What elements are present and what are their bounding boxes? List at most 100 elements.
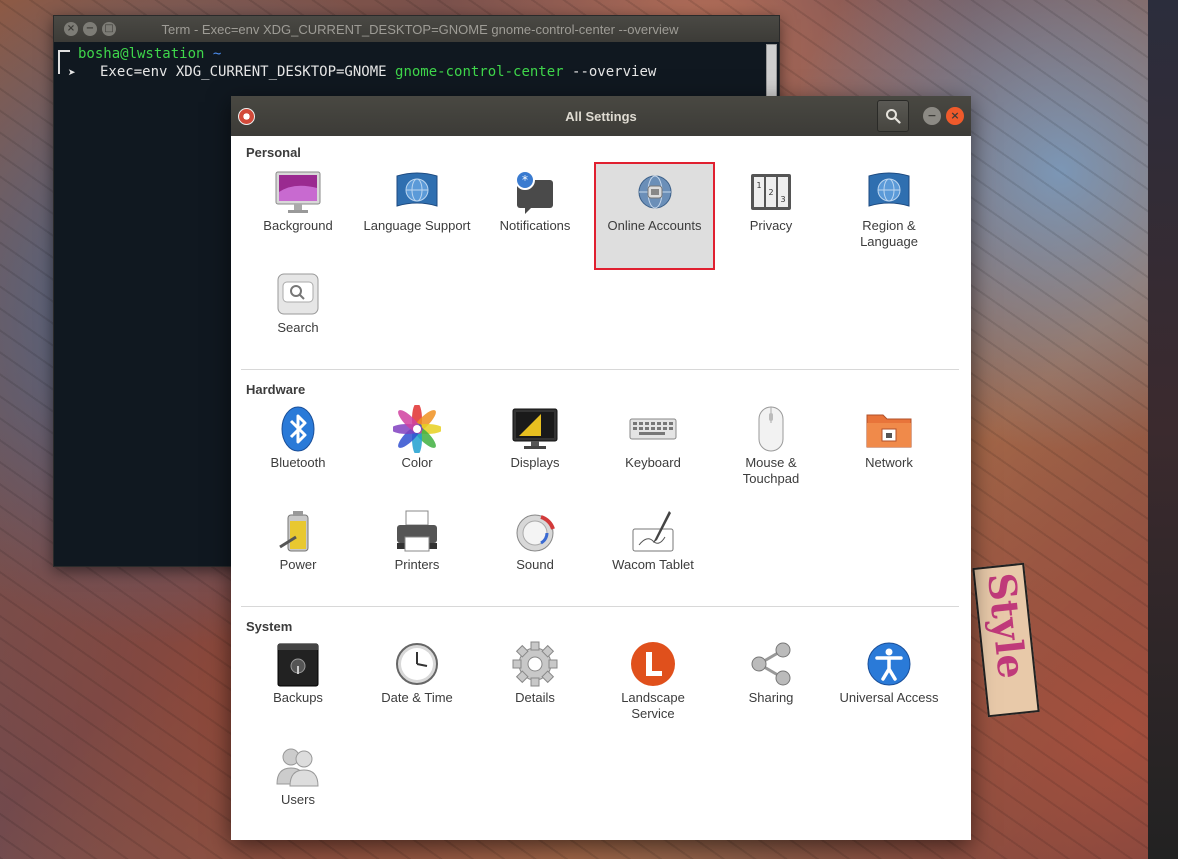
notifications-icon: * xyxy=(511,168,559,216)
settings-item-mouse-touchpad[interactable]: Mouse & Touchpad xyxy=(712,399,830,501)
landscape-service-icon xyxy=(629,640,677,688)
settings-item-online-accounts[interactable]: Online Accounts xyxy=(594,162,715,270)
settings-item-label: Bluetooth xyxy=(270,455,326,470)
backups-icon xyxy=(274,640,322,688)
displays-icon xyxy=(511,405,559,453)
prompt-arrow-icon: ➤ xyxy=(68,66,76,81)
settings-item-label: Date & Time xyxy=(381,690,453,705)
settings-item-label: Region & Language xyxy=(860,218,918,249)
settings-item-keyboard[interactable]: Keyboard xyxy=(594,399,712,501)
date-time-icon xyxy=(393,640,441,688)
settings-headerbar[interactable]: All Settings − × xyxy=(231,96,971,136)
settings-item-details[interactable]: Details xyxy=(476,634,594,736)
search-icon xyxy=(886,109,901,124)
network-icon xyxy=(865,405,913,453)
mouse-icon xyxy=(747,405,795,453)
power-icon xyxy=(274,507,322,555)
universal-access-icon xyxy=(865,640,913,688)
terminal-minimize-button[interactable]: − xyxy=(83,22,97,36)
settings-item-label: Search xyxy=(277,320,319,335)
settings-item-label: Mouse & Touchpad xyxy=(742,455,800,486)
settings-item-label: Color xyxy=(401,455,433,470)
language-support-icon xyxy=(393,168,441,216)
svg-text:*: * xyxy=(522,173,528,187)
privacy-icon: 1 2 3 xyxy=(747,168,795,216)
terminal-scrollbar[interactable] xyxy=(766,44,777,104)
minimize-button[interactable]: − xyxy=(923,107,941,125)
sound-icon xyxy=(511,507,559,555)
settings-item-label: Power xyxy=(279,557,317,572)
settings-item-printers[interactable]: Printers xyxy=(358,501,476,603)
close-button[interactable]: × xyxy=(946,107,964,125)
sharing-icon xyxy=(747,640,795,688)
settings-item-label: Printers xyxy=(394,557,440,572)
svg-text:3: 3 xyxy=(780,195,785,204)
settings-item-privacy[interactable]: 1 2 3 Privacy xyxy=(712,162,830,264)
settings-item-label: Details xyxy=(515,690,555,705)
settings-item-background[interactable]: Background xyxy=(239,162,357,264)
settings-title: All Settings xyxy=(565,108,637,124)
prompt-cwd: ~ xyxy=(212,46,222,62)
prompt-user-host: bosha@lwstation xyxy=(78,46,205,62)
settings-item-landscape-service[interactable]: Landscape Service xyxy=(594,634,712,736)
command-args: --overview xyxy=(563,64,657,80)
terminal-titlebar[interactable]: × − □ Term - Exec=env XDG_CURRENT_DESKTO… xyxy=(54,16,779,42)
details-icon xyxy=(511,640,559,688)
settings-window[interactable]: All Settings − × Personal Background Lan… xyxy=(231,96,971,840)
settings-item-universal-access[interactable]: Universal Access xyxy=(830,634,948,736)
section-title-hardware: Hardware xyxy=(246,382,306,397)
settings-item-label: Notifications xyxy=(499,218,571,233)
settings-item-wacom-tablet[interactable]: Wacom Tablet xyxy=(594,501,712,603)
settings-item-label: Sharing xyxy=(748,690,794,705)
region-language-icon xyxy=(865,168,913,216)
settings-item-label: Displays xyxy=(510,455,560,470)
online-accounts-icon xyxy=(631,168,679,216)
search-button[interactable] xyxy=(877,100,909,132)
settings-item-network[interactable]: Network xyxy=(830,399,948,501)
settings-item-backups[interactable]: Backups xyxy=(239,634,357,736)
section-divider xyxy=(241,369,959,370)
settings-item-displays[interactable]: Displays xyxy=(476,399,594,501)
settings-item-label: Language Support xyxy=(363,218,471,233)
settings-item-label: Sound xyxy=(516,557,554,572)
svg-text:1: 1 xyxy=(756,181,761,190)
settings-item-notifications[interactable]: * Notifications xyxy=(476,162,594,264)
settings-item-label: Keyboard xyxy=(625,455,681,470)
wacom-tablet-icon xyxy=(629,507,677,555)
settings-item-sharing[interactable]: Sharing xyxy=(712,634,830,736)
settings-item-label: Backups xyxy=(273,690,323,705)
settings-item-language-support[interactable]: Language Support xyxy=(358,162,476,264)
svg-text:2: 2 xyxy=(768,188,773,197)
command-line: Exec=env XDG_CURRENT_DESKTOP=GNOME gnome… xyxy=(60,63,773,81)
terminal-title: Term - Exec=env XDG_CURRENT_DESKTOP=GNOM… xyxy=(161,21,679,37)
color-icon xyxy=(391,403,443,455)
settings-item-label: Users xyxy=(281,792,315,807)
settings-item-users[interactable]: Users xyxy=(239,736,357,838)
command-prefix: Exec=env XDG_CURRENT_DESKTOP=GNOME xyxy=(100,64,396,80)
settings-item-bluetooth[interactable]: Bluetooth xyxy=(239,399,357,501)
settings-item-label: Background xyxy=(263,218,333,233)
wallpaper-right-strip xyxy=(1148,0,1178,859)
settings-item-sound[interactable]: Sound xyxy=(476,501,594,603)
settings-item-date-time[interactable]: Date & Time xyxy=(358,634,476,736)
terminal-content[interactable]: bosha@lwstation ~ ➤ Exec=env XDG_CURRENT… xyxy=(54,42,779,84)
settings-item-search[interactable]: Search xyxy=(239,264,357,366)
terminal-close-button[interactable]: × xyxy=(64,22,78,36)
keyboard-icon xyxy=(629,405,677,453)
section-title-system: System xyxy=(246,619,293,634)
section-divider xyxy=(241,606,959,607)
settings-app-icon xyxy=(238,108,255,125)
settings-item-label: Landscape Service xyxy=(621,690,685,721)
search-settings-icon xyxy=(274,270,322,318)
bluetooth-icon xyxy=(274,405,322,453)
settings-item-color[interactable]: Color xyxy=(358,399,476,501)
settings-item-label: Wacom Tablet xyxy=(612,557,694,572)
terminal-maximize-button[interactable]: □ xyxy=(102,22,116,36)
settings-item-region-language[interactable]: Region & Language xyxy=(830,162,948,264)
settings-item-label: Privacy xyxy=(749,218,793,233)
settings-item-label: Universal Access xyxy=(839,690,939,705)
printers-icon xyxy=(393,507,441,555)
settings-item-label: Online Accounts xyxy=(607,218,702,233)
settings-item-label: Network xyxy=(865,455,913,470)
settings-item-power[interactable]: Power xyxy=(239,501,357,603)
